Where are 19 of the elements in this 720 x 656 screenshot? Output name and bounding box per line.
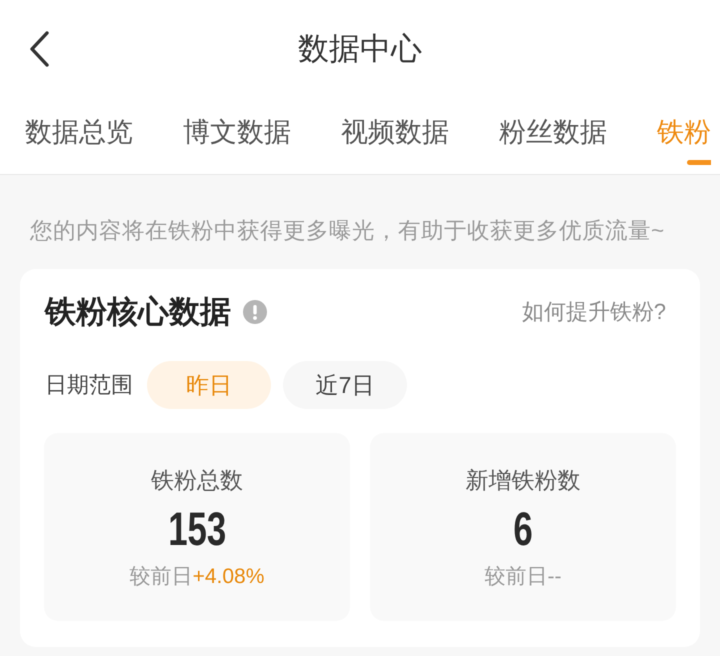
date-range-label: 日期范围 (44, 371, 133, 399)
tab[interactable]: 数据总览 (25, 98, 133, 150)
date-range-option[interactable]: 近7日 (283, 361, 407, 409)
stat-value: 153 (168, 504, 226, 554)
stat-value: 6 (513, 504, 533, 554)
tab[interactable]: 视频数据 (341, 98, 449, 150)
tab[interactable]: 粉丝数据 (499, 98, 607, 150)
tab-underline (687, 160, 711, 165)
compare-label: 较前日 (130, 564, 193, 590)
stat-label: 新增铁粉数 (466, 466, 580, 495)
card-title: 铁粉核心数据 (45, 293, 231, 331)
compare-label: 较前日 (484, 564, 548, 590)
back-chevron-icon (28, 30, 50, 68)
compare-change: -- (548, 564, 562, 590)
compare-change: +4.08% (192, 564, 264, 590)
notice-text: 您的内容将在铁粉中获得更多曝光，有助于收获更多优质流量~ (29, 217, 666, 245)
page-title: 数据中心 (298, 30, 422, 68)
tab[interactable]: 博文数据 (183, 98, 291, 150)
stat-label: 铁粉总数 (151, 466, 243, 495)
